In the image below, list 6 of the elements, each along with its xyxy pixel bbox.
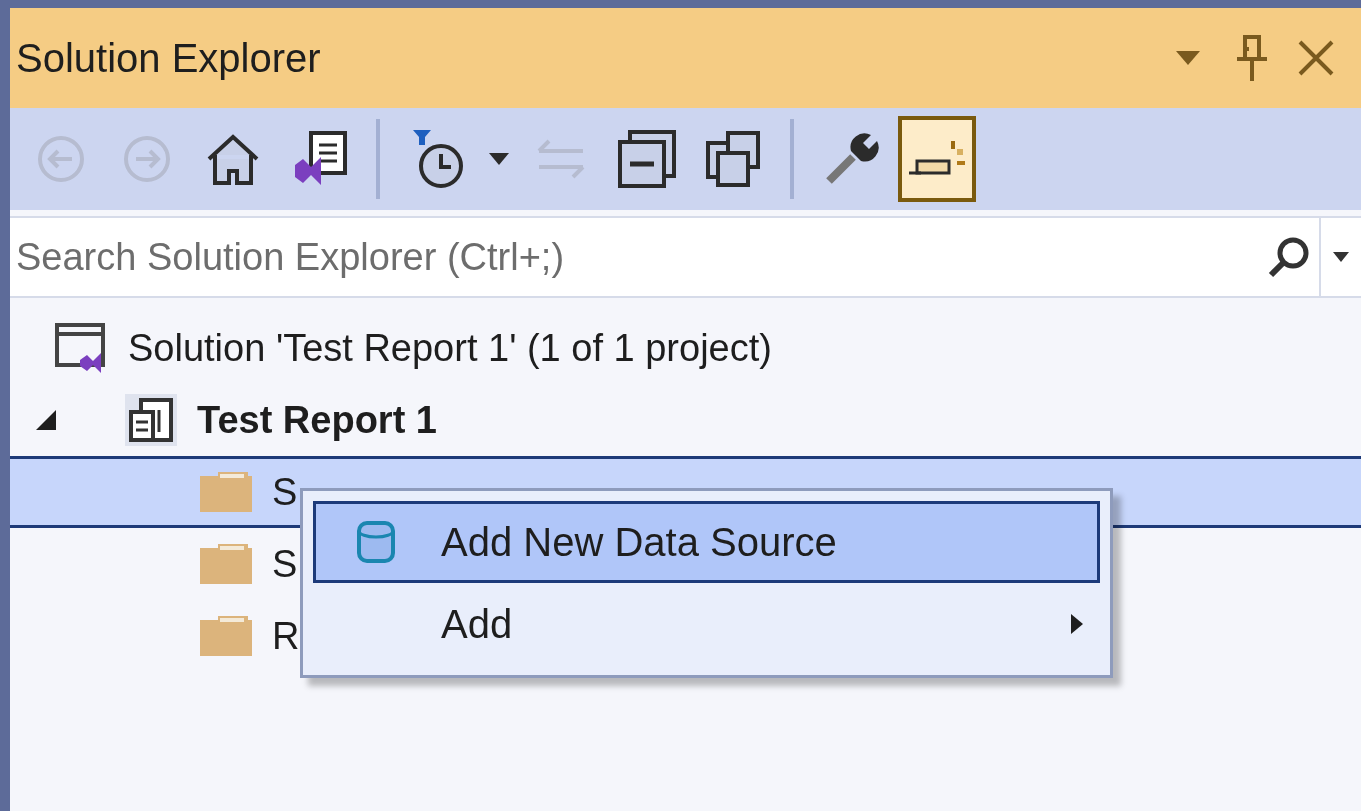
panel-title: Solution Explorer (16, 35, 322, 81)
tree-item-label: R (272, 614, 300, 658)
tree-item-label: Test Report 1 (197, 398, 437, 442)
tree-item-label: Solution 'Test Report 1' (1 of 1 project) (128, 326, 772, 370)
tree-item-label: S (272, 542, 298, 586)
tree-item-label: S (272, 470, 298, 514)
